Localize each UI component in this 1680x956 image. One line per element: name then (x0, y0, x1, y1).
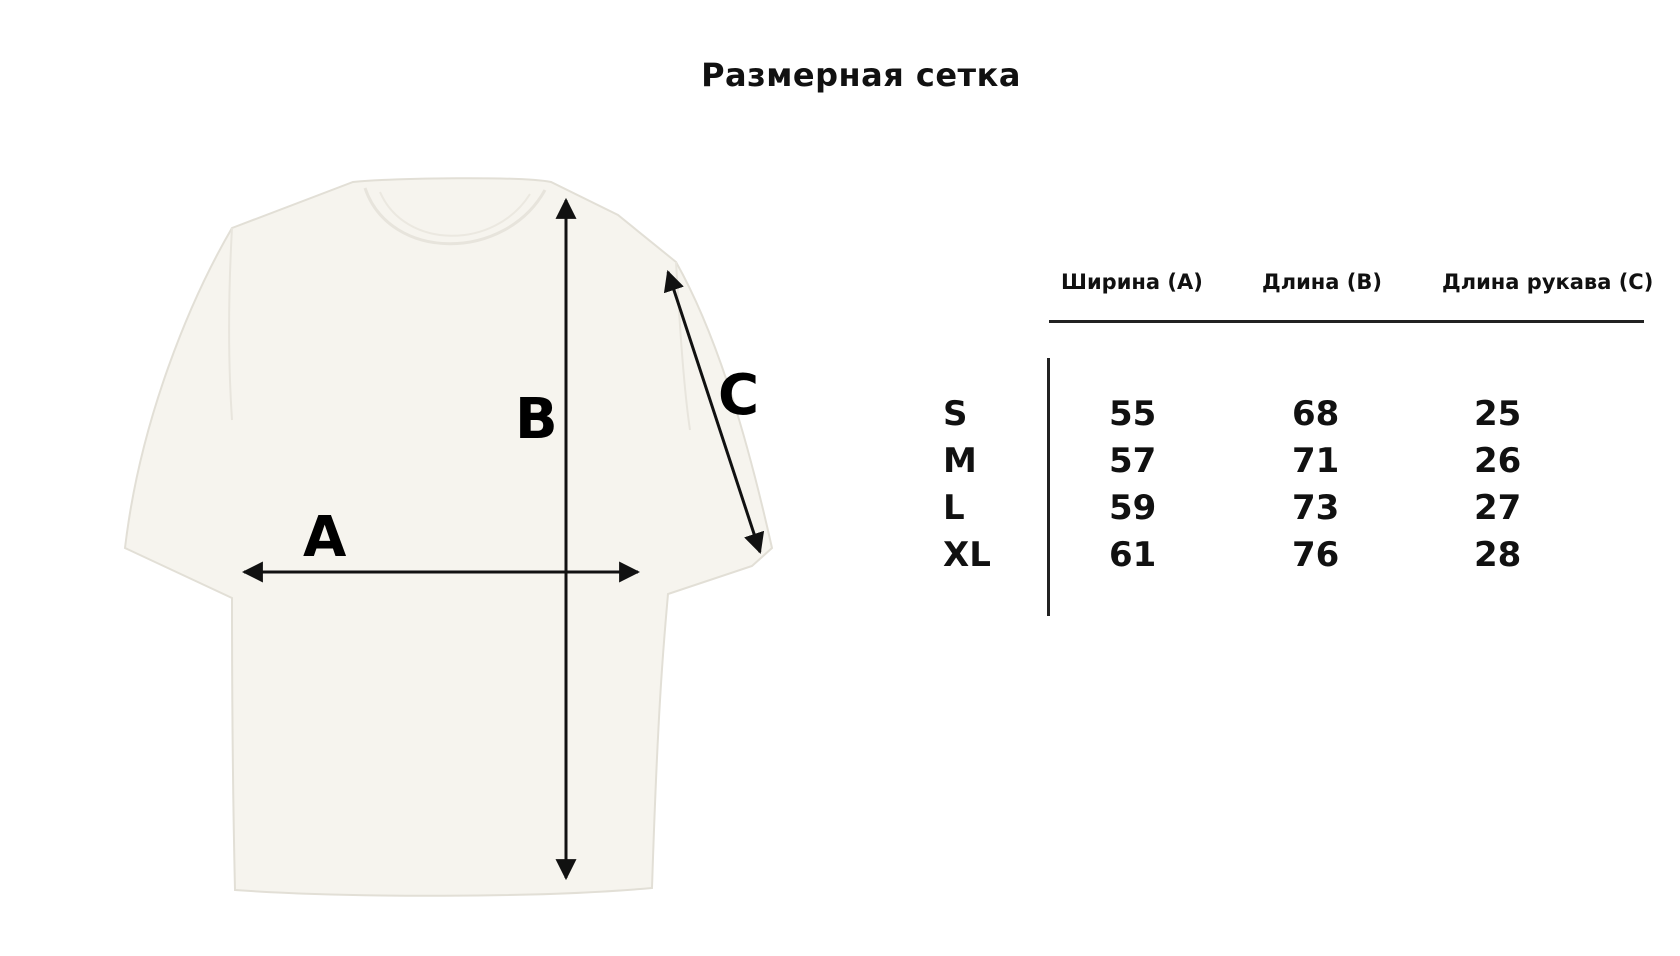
length-value: 73 (1292, 488, 1340, 528)
sleeve-value: 28 (1474, 535, 1522, 575)
header-divider (1049, 320, 1644, 323)
header-sleeve: Длина рукава (C) (1442, 270, 1654, 294)
size-label: L (943, 488, 965, 528)
size-table: Ширина (A) Длина (B) Длина рукава (C) S … (0, 0, 1680, 956)
width-value: 55 (1109, 394, 1157, 434)
size-label: S (943, 394, 968, 434)
sleeve-value: 26 (1474, 441, 1522, 481)
length-value: 71 (1292, 441, 1340, 481)
width-value: 59 (1109, 488, 1157, 528)
size-label: M (943, 441, 977, 481)
table-row: S 55 68 25 (0, 394, 1680, 434)
size-label: XL (943, 535, 991, 575)
length-value: 76 (1292, 535, 1340, 575)
length-value: 68 (1292, 394, 1340, 434)
table-row: M 57 71 26 (0, 441, 1680, 481)
header-length: Длина (B) (1262, 270, 1382, 294)
table-row: XL 61 76 28 (0, 535, 1680, 575)
width-value: 61 (1109, 535, 1157, 575)
sleeve-value: 27 (1474, 488, 1522, 528)
header-width: Ширина (A) (1061, 270, 1203, 294)
sleeve-value: 25 (1474, 394, 1522, 434)
width-value: 57 (1109, 441, 1157, 481)
table-row: L 59 73 27 (0, 488, 1680, 528)
